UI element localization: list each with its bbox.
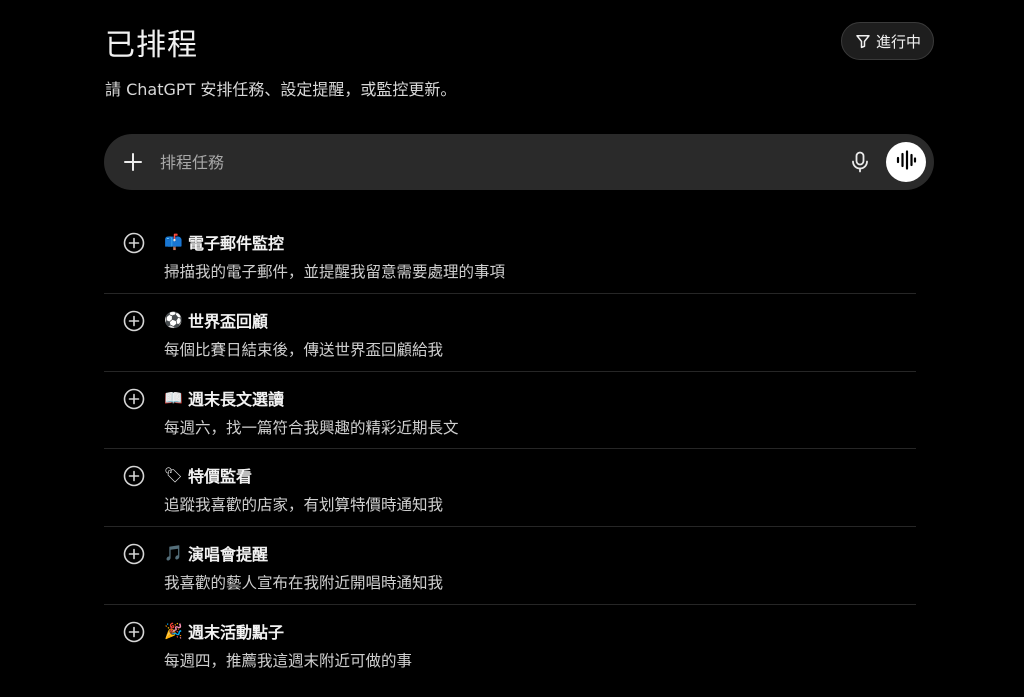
add-circle-icon[interactable]: [123, 232, 145, 254]
suggestion-title-row: 🎵 演唱會提醒: [164, 541, 268, 565]
suggestion-title: 世界盃回顧: [188, 311, 269, 331]
party-popper-icon: 🎉: [164, 621, 183, 640]
schedule-task-input[interactable]: [160, 146, 820, 178]
voice-mode-button[interactable]: [886, 142, 926, 182]
suggestion-title: 週末長文選讀: [188, 389, 285, 409]
suggestion-list: 📫 電子郵件監控 掃描我的電子郵件，並提醒我留意需要處理的事項 ⚽ 世界盃回顧 …: [104, 216, 916, 683]
mailbox-icon: 📫: [164, 233, 183, 251]
suggestion-title-row: 📫 電子郵件監控: [164, 230, 284, 254]
add-circle-icon[interactable]: [123, 543, 145, 565]
suggestion-title-row: ⚽ 世界盃回顧: [164, 308, 268, 332]
suggestion-title: 特價監看: [188, 467, 253, 487]
page-subtitle: 請 ChatGPT 安排任務、設定提醒，或監控更新。: [105, 80, 457, 99]
schedule-composer: [104, 134, 934, 190]
suggestion-weekend-longread[interactable]: 📖 週末長文選讀 每週六，找一篇符合我興趣的精彩近期長文: [104, 372, 916, 450]
funnel-icon: [854, 32, 872, 50]
suggestion-description: 我喜歡的藝人宣布在我附近開唱時通知我: [164, 574, 444, 593]
add-circle-icon[interactable]: [123, 388, 145, 410]
add-circle-icon[interactable]: [123, 465, 145, 487]
suggestion-concert-alert[interactable]: 🎵 演唱會提醒 我喜歡的藝人宣布在我附近開唱時通知我: [104, 527, 916, 605]
plus-icon[interactable]: [121, 150, 145, 174]
suggestion-description: 每個比賽日結束後，傳送世界盃回顧給我: [164, 340, 444, 359]
page-title: 已排程: [105, 28, 198, 63]
add-circle-icon[interactable]: [123, 310, 145, 332]
filter-label: 進行中: [875, 32, 921, 51]
suggestion-title: 週末活動點子: [188, 622, 285, 642]
suggestion-title-row: 🎉 週末活動點子: [164, 619, 284, 643]
suggestion-description: 追蹤我喜歡的店家，有划算特價時通知我: [164, 496, 444, 515]
suggestion-description: 每週四，推薦我這週末附近可做的事: [164, 651, 413, 670]
suggestion-description: 掃描我的電子郵件，並提醒我留意需要處理的事項: [164, 263, 506, 281]
suggestion-deal-watch[interactable]: 🏷 特價監看 追蹤我喜歡的店家，有划算特價時通知我: [104, 449, 916, 528]
microphone-icon[interactable]: [848, 150, 872, 174]
suggestion-title-row: 📖 週末長文選讀: [164, 386, 284, 410]
filter-active-button[interactable]: 進行中: [841, 22, 934, 60]
voice-waveform-icon: [895, 150, 917, 174]
music-note-icon: 🎵: [164, 544, 183, 563]
suggestion-email-monitor[interactable]: 📫 電子郵件監控 掃描我的電子郵件，並提醒我留意需要處理的事項: [104, 216, 916, 294]
suggestion-world-cup-recap[interactable]: ⚽ 世界盃回顧 每個比賽日結束後，傳送世界盃回顧給我: [104, 294, 916, 372]
price-tag-icon: 🏷: [164, 466, 184, 485]
suggestion-title: 電子郵件監控: [188, 234, 285, 253]
soccer-ball-icon: ⚽: [164, 310, 183, 329]
add-circle-icon[interactable]: [123, 621, 145, 643]
suggestion-description: 每週六，找一篇符合我興趣的精彩近期長文: [164, 418, 459, 437]
scheduled-tasks-page: 已排程 進行中 請 ChatGPT 安排任務、設定提醒，或監控更新。 排程任務 …: [0, 0, 1024, 697]
suggestion-title-row: 🏷 特價監看: [164, 463, 252, 487]
suggestion-weekend-ideas[interactable]: 🎉 週末活動點子 每週四，推薦我這週末附近可做的事: [104, 605, 916, 683]
open-book-icon: 📖: [164, 388, 183, 407]
suggestion-title: 演唱會提醒: [188, 545, 269, 565]
